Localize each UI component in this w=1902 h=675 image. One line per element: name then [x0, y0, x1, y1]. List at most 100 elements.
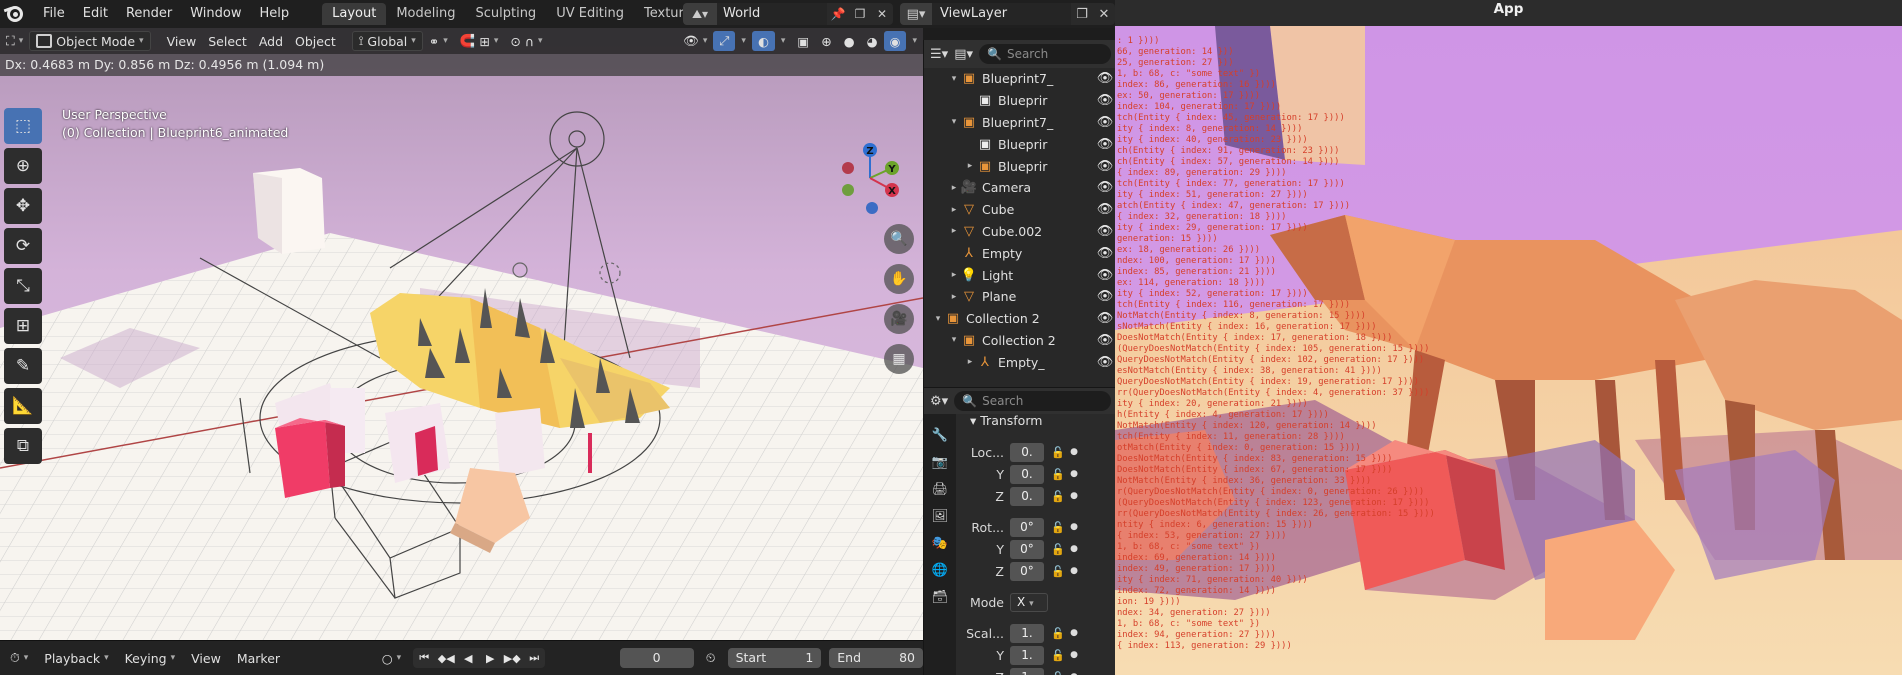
eye-icon[interactable]: 👁 [1095, 115, 1115, 130]
menu-render[interactable]: Render [117, 0, 181, 28]
scale-y-field[interactable]: 1. [1010, 645, 1044, 665]
lock-icon[interactable]: 🔓 [1048, 446, 1068, 459]
xray-toggle[interactable]: ▣ [791, 31, 815, 51]
keyframe-dot-icon[interactable]: ● [1068, 650, 1080, 660]
cursor-tool[interactable]: ⊕ [4, 148, 42, 184]
keyframe-dot-icon[interactable]: ● [1068, 447, 1080, 457]
timeline-marker-menu[interactable]: Marker [233, 651, 284, 666]
eye-icon[interactable]: 👁 [1095, 311, 1115, 326]
lock-icon[interactable]: 🔓 [1048, 565, 1068, 578]
editor-type-button[interactable]: ⛶ ▾ [0, 31, 29, 51]
tab-layout[interactable]: Layout [322, 3, 387, 25]
shading-rendered[interactable]: ◉ [883, 31, 907, 51]
chevron-right-icon[interactable]: ▸ [948, 270, 960, 280]
menu-file[interactable]: File [34, 0, 74, 28]
collection-tab-icon[interactable]: 🗃 [929, 588, 951, 606]
outliner-search-input[interactable]: 🔍 Search [979, 44, 1111, 64]
view-layer-tab-icon[interactable]: 🖼 [929, 507, 951, 525]
keyframe-dot-icon[interactable]: ● [1068, 491, 1080, 501]
keyframe-dot-icon[interactable]: ● [1068, 566, 1080, 576]
start-frame-field[interactable]: Start 1 [727, 648, 822, 668]
display-mode-icon[interactable]: ▤▾ [954, 47, 973, 62]
proportional-edit-toggle[interactable]: ⊙ ∩ ▾ [504, 31, 548, 51]
auto-key-toggle[interactable]: ○ ▾ [378, 651, 405, 666]
outliner-row[interactable]: ▣ Blueprir 👁 [924, 90, 1115, 112]
gizmo-dropdown[interactable]: ▾ [735, 31, 752, 51]
outliner-row[interactable]: ⅄ Empty 👁 [924, 242, 1115, 264]
outliner-row[interactable]: ▾ ▣ Collection 2 👁 [924, 330, 1115, 352]
outliner-row[interactable]: ▸ 🎥 Camera 👁 [924, 177, 1115, 199]
viewport-menu-view[interactable]: View [161, 31, 203, 51]
close-icon[interactable]: ✕ [871, 3, 893, 25]
chevron-right-icon[interactable]: ▸ [964, 161, 976, 171]
menu-edit[interactable]: Edit [74, 0, 117, 28]
lock-icon[interactable]: 🔓 [1048, 627, 1068, 640]
outliner-row[interactable]: ▾ ▣ Blueprint7_ 👁 [924, 112, 1115, 134]
scale-z-field[interactable]: 1. [1010, 667, 1044, 675]
keyframe-dot-icon[interactable]: ● [1068, 544, 1080, 554]
timeline-view-menu[interactable]: View [187, 651, 225, 666]
shading-solid[interactable]: ● [838, 31, 861, 51]
stopwatch-icon[interactable]: ⏲ [702, 650, 720, 666]
zoom-icon[interactable]: 🔍 [884, 224, 914, 254]
move-tool[interactable]: ✥ [4, 188, 42, 224]
jump-end-icon[interactable]: ⏭ [523, 651, 545, 665]
jump-start-icon[interactable]: ⏮ [413, 651, 435, 665]
next-keyframe-icon[interactable]: ▶◆ [501, 652, 523, 665]
scale-x-field[interactable]: 1. [1010, 623, 1044, 643]
outliner-row[interactable]: ▸ ⅄ Empty_ 👁 [924, 351, 1115, 373]
eye-icon[interactable]: 👁 [1095, 224, 1115, 239]
chevron-down-icon[interactable]: ▾ [948, 335, 960, 345]
visibility-dropdown[interactable]: 👁 ▾ [677, 31, 713, 51]
navigation-gizmo[interactable]: Z Y X [830, 138, 910, 218]
view-layer-name-field[interactable]: ViewLayer [932, 3, 1071, 25]
world-tab-icon[interactable]: 🌐 [929, 561, 951, 579]
chevron-right-icon[interactable]: ▸ [964, 357, 976, 367]
outliner-row[interactable]: ▸ ▽ Cube.002 👁 [924, 221, 1115, 243]
add-cube-tool[interactable]: ⧉ [4, 428, 42, 464]
overlay-dropdown[interactable]: ▾ [775, 31, 792, 51]
overlay-toggle[interactable]: ◐ [751, 31, 775, 51]
chevron-right-icon[interactable]: ▸ [948, 205, 960, 215]
lock-icon[interactable]: 🔓 [1048, 468, 1068, 481]
rotation-z-field[interactable]: 0° [1010, 561, 1044, 581]
end-frame-field[interactable]: End 80 [829, 648, 923, 668]
tab-sculpting[interactable]: Sculpting [465, 3, 546, 25]
viewport-menu-add[interactable]: Add [253, 31, 289, 51]
play-reverse-icon[interactable]: ◀ [457, 652, 479, 665]
eye-icon[interactable]: 👁 [1095, 355, 1115, 370]
eye-icon[interactable]: 👁 [1095, 71, 1115, 86]
outliner-row[interactable]: ▾ ▣ Blueprint7_ 👁 [924, 68, 1115, 90]
copy-icon[interactable]: ❐ [1071, 3, 1093, 25]
orientation-dropdown[interactable]: ⟟ Global ▾ [351, 31, 423, 51]
scene-icon[interactable]: ⛰▾ [683, 3, 717, 25]
rotation-x-field[interactable]: 0° [1010, 517, 1044, 537]
rotation-y-field[interactable]: 0° [1010, 539, 1044, 559]
outliner-row[interactable]: ▸ ▽ Plane 👁 [924, 286, 1115, 308]
pan-hand-icon[interactable]: ✋ [884, 264, 914, 294]
measure-tool[interactable]: 📐 [4, 388, 42, 424]
timeline-editor-button[interactable]: ⏱ ▾ [6, 650, 32, 666]
lock-icon[interactable]: 🔓 [1048, 649, 1068, 662]
eye-icon[interactable]: 👁 [1095, 159, 1115, 174]
rotation-mode-select[interactable]: X ▾ [1010, 592, 1048, 612]
location-y-field[interactable]: 0. [1010, 464, 1044, 484]
copy-icon[interactable]: ❐ [849, 3, 871, 25]
menu-help[interactable]: Help [251, 0, 299, 28]
output-tab-icon[interactable]: 🖨 [929, 480, 951, 498]
transform-tool[interactable]: ⊞ [4, 308, 42, 344]
close-icon[interactable]: ✕ [1093, 3, 1115, 25]
viewport-menu-select[interactable]: Select [202, 31, 253, 51]
keyframe-dot-icon[interactable]: ● [1068, 522, 1080, 532]
properties-editor-icon[interactable]: ⚙▾ [930, 394, 948, 409]
blender-logo-icon[interactable] [3, 2, 28, 26]
chevron-right-icon[interactable]: ▸ [948, 183, 960, 193]
properties-search-input[interactable]: 🔍 Search [954, 391, 1111, 411]
annotate-tool[interactable]: ✎ [4, 348, 42, 384]
object-mode-dropdown[interactable]: Object Mode ▾ [29, 31, 151, 51]
scene-name-field[interactable]: World [717, 3, 827, 25]
eye-icon[interactable]: 👁 [1095, 289, 1115, 304]
shading-material[interactable]: ◕ [861, 31, 884, 51]
lock-icon[interactable]: 🔓 [1048, 671, 1068, 675]
outliner-row[interactable]: ▸ ▽ Cube 👁 [924, 199, 1115, 221]
